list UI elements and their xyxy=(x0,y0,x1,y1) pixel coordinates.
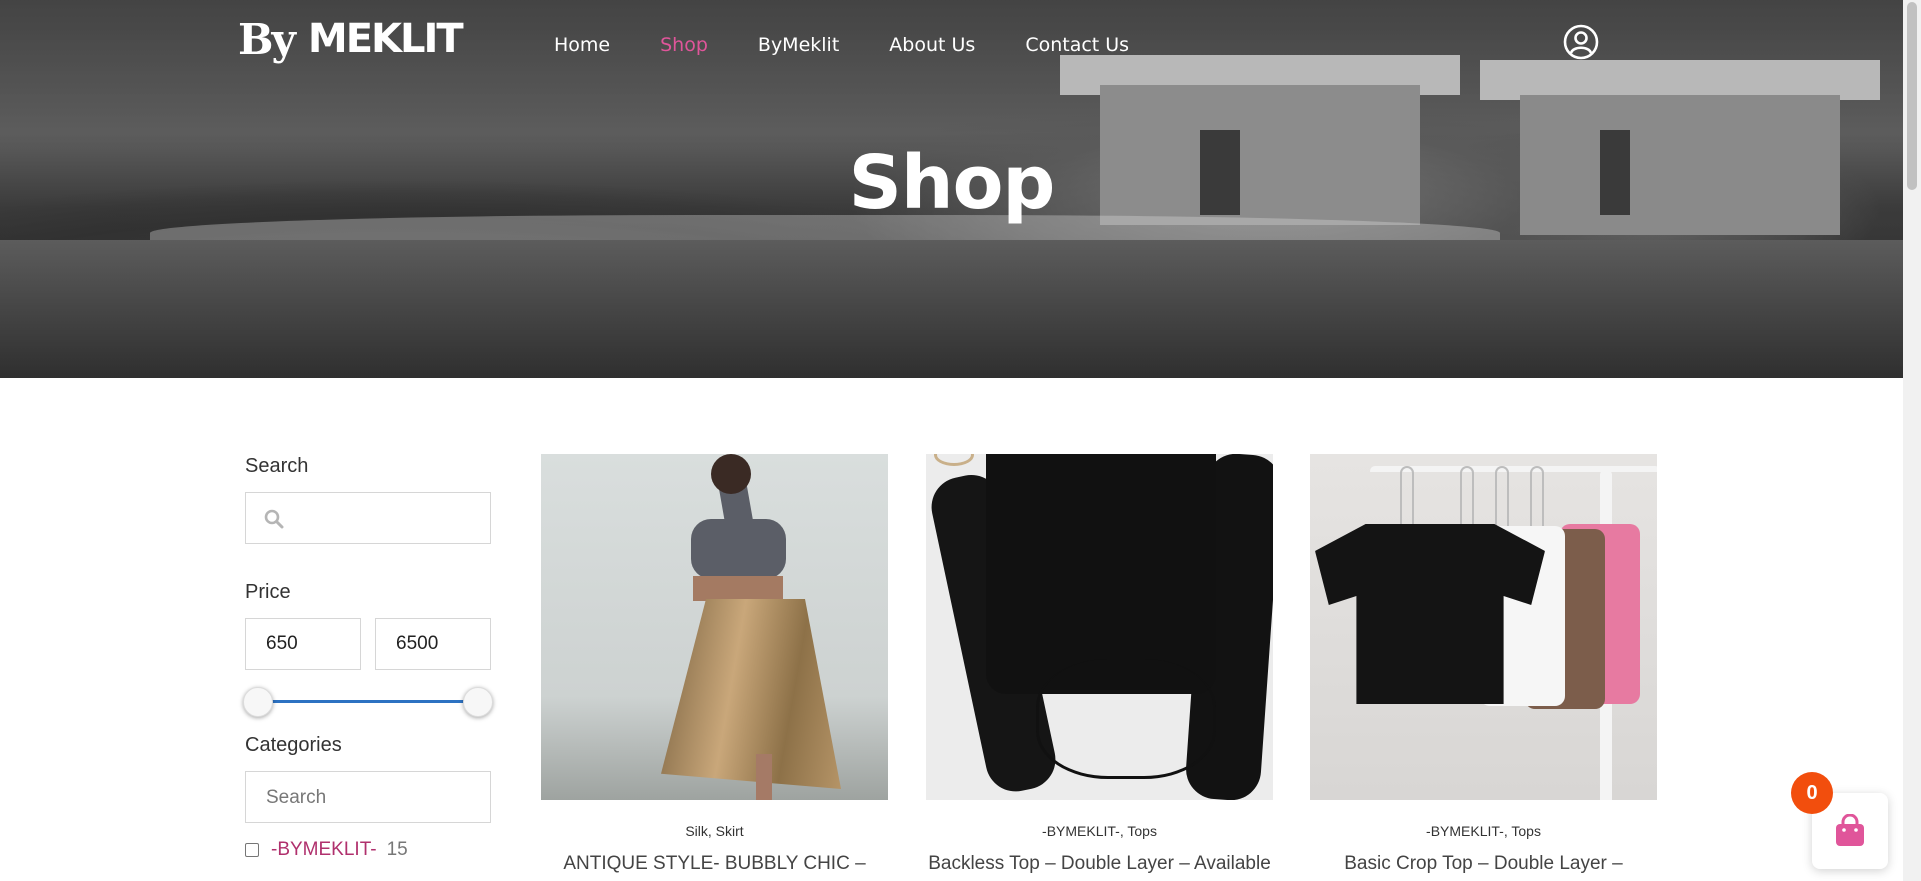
product-card[interactable]: -BYMEKLIT-, Tops Basic Crop Top – Double… xyxy=(1310,454,1657,881)
hero-bg-ground xyxy=(0,240,1903,378)
product-title[interactable]: Backless Top – Double Layer – Available xyxy=(926,851,1273,881)
shopping-bag-icon xyxy=(1836,814,1864,846)
price-max-input[interactable] xyxy=(375,618,491,670)
search-icon xyxy=(264,509,284,529)
nav-about-us[interactable]: About Us xyxy=(889,34,975,56)
image-ring xyxy=(934,454,974,466)
hero-bg-roof xyxy=(1480,60,1880,100)
category-name[interactable]: -BYMEKLIT- xyxy=(271,839,377,861)
image-hanger xyxy=(1460,466,1474,526)
logo-by: By xyxy=(238,14,296,64)
price-slider-min-handle[interactable] xyxy=(243,687,273,717)
product-title[interactable]: ANTIQUE STYLE- BUBBLY CHIC – xyxy=(541,851,888,881)
product-card[interactable]: -BYMEKLIT-, Tops Backless Top – Double L… xyxy=(926,454,1273,881)
cart-count-badge: 0 xyxy=(1791,772,1833,814)
categories-label: Categories xyxy=(245,734,342,756)
scrollbar-thumb[interactable] xyxy=(1907,2,1917,190)
product-categories[interactable]: -BYMEKLIT-, Tops xyxy=(1310,823,1657,839)
nav-home[interactable]: Home xyxy=(554,34,610,56)
price-min-input[interactable] xyxy=(245,618,361,670)
search-label: Search xyxy=(245,455,309,477)
price-slider-track xyxy=(257,700,479,703)
product-card[interactable]: Silk, Skirt ANTIQUE STYLE- BUBBLY CHIC – xyxy=(541,454,888,881)
nav-bymeklit[interactable]: ByMeklit xyxy=(758,34,839,56)
nav-contact-us[interactable]: Contact Us xyxy=(1025,34,1129,56)
category-checkbox[interactable] xyxy=(245,843,259,857)
price-slider-max-handle[interactable] xyxy=(463,687,493,717)
product-image[interactable] xyxy=(926,454,1273,800)
price-label: Price xyxy=(245,581,291,603)
logo-by-text: By xyxy=(238,14,296,64)
site-logo[interactable]: By MEKLIT xyxy=(238,14,494,64)
product-search-box[interactable] xyxy=(245,492,491,544)
price-range-inputs xyxy=(245,618,491,670)
image-silk-skirt xyxy=(661,599,841,789)
image-figure-leg xyxy=(756,754,772,800)
price-range-slider[interactable] xyxy=(243,685,493,719)
page-scrollbar[interactable] xyxy=(1903,0,1921,881)
page-title: Shop xyxy=(848,140,1056,226)
shop-sidebar: Search Price Categories -BYMEKLIT- 15 xyxy=(243,455,493,861)
image-hanger xyxy=(1495,466,1509,526)
category-count: 15 xyxy=(386,839,408,860)
product-search-input[interactable] xyxy=(296,503,476,533)
category-search-input[interactable] xyxy=(266,782,466,814)
image-hanger xyxy=(1400,466,1414,526)
image-strap xyxy=(1036,659,1216,779)
category-item[interactable]: -BYMEKLIT- 15 xyxy=(245,839,491,861)
product-categories[interactable]: -BYMEKLIT-, Tops xyxy=(926,823,1273,839)
image-figure-top xyxy=(691,519,786,579)
image-figure-head xyxy=(711,454,751,494)
product-image[interactable] xyxy=(1310,454,1657,800)
nav-shop[interactable]: Shop xyxy=(660,34,708,56)
image-figure-waist xyxy=(693,576,783,601)
image-top-body xyxy=(986,454,1216,694)
main-nav: Home Shop ByMeklit About Us Contact Us xyxy=(554,34,1179,56)
user-circle-icon[interactable] xyxy=(1563,24,1599,60)
product-image[interactable] xyxy=(541,454,888,800)
logo-name: MEKLIT xyxy=(307,16,464,62)
category-search-box[interactable] xyxy=(245,771,491,823)
product-title[interactable]: Basic Crop Top – Double Layer – Availabl… xyxy=(1310,851,1657,881)
product-categories[interactable]: Silk, Skirt xyxy=(541,823,888,839)
image-hanger xyxy=(1530,466,1544,526)
